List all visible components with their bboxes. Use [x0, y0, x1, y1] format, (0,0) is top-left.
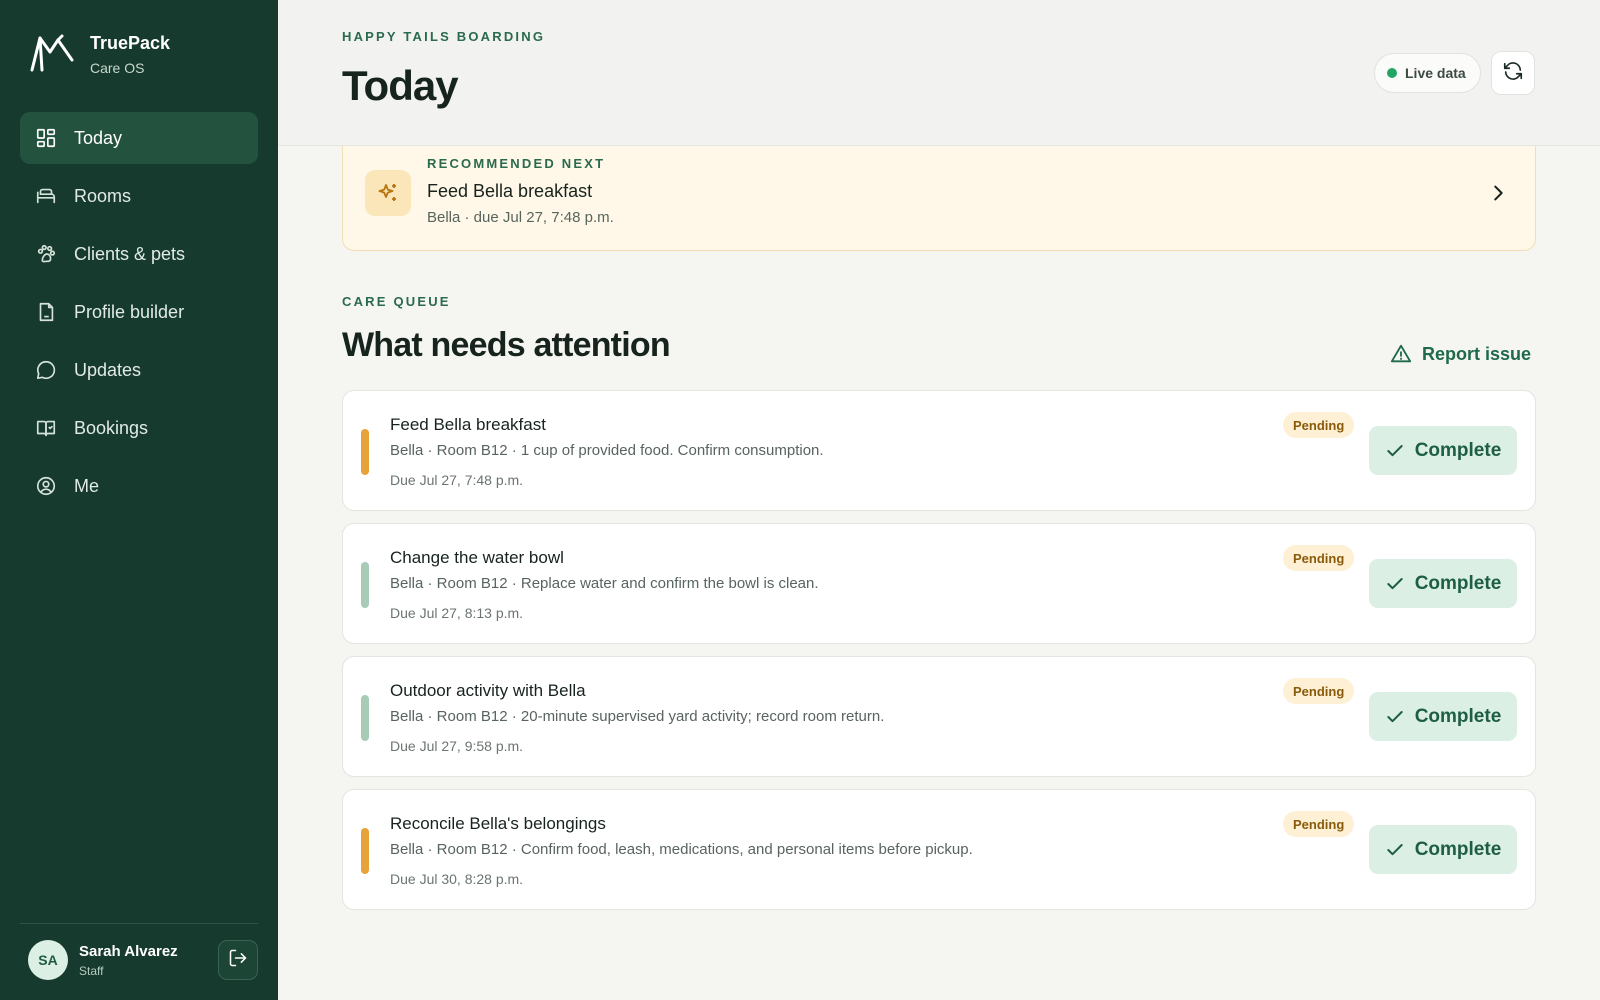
task-description: Bella · Room B12 · Confirm food, leash, … — [390, 841, 973, 858]
complete-button[interactable]: Complete — [1369, 426, 1517, 475]
page-title: Today — [342, 62, 459, 109]
sparkles-icon — [365, 170, 411, 216]
complete-label: Complete — [1414, 572, 1502, 594]
task-title: Reconcile Bella's belongings — [390, 814, 606, 833]
task-due: Due Jul 30, 8:28 p.m. — [390, 871, 524, 887]
sidebar-item-profile-builder[interactable]: Profile builder — [20, 286, 258, 338]
task-due: Due Jul 27, 9:58 p.m. — [390, 738, 524, 754]
check-icon — [1387, 710, 1403, 722]
task-priority-bar — [361, 695, 369, 741]
check-icon — [1387, 843, 1403, 855]
task-card: Feed Bella breakfast Bella · Room B12 · … — [342, 390, 1536, 511]
complete-label: Complete — [1414, 439, 1502, 461]
sidebar-item-label: Rooms — [74, 185, 132, 206]
status-badge: Pending — [1283, 545, 1355, 571]
complete-button[interactable]: Complete — [1369, 559, 1517, 608]
sidebar-item-me[interactable]: Me — [20, 460, 258, 512]
task-card: Outdoor activity with Bella Bella · Room… — [342, 656, 1536, 777]
report-issue-button[interactable]: Report issue — [1390, 338, 1531, 370]
chat-icon — [34, 358, 58, 382]
warning-icon — [1390, 344, 1412, 363]
sidebar-nav: Today Rooms Clients & pets Profile build… — [20, 112, 258, 518]
recommended-next-card[interactable]: RECOMMENDED NEXT Feed Bella breakfast Be… — [342, 146, 1536, 251]
complete-label: Complete — [1414, 838, 1502, 860]
chevron-right-icon — [1487, 182, 1509, 209]
check-icon — [1387, 577, 1403, 589]
document-icon — [34, 300, 58, 324]
complete-label: Complete — [1414, 705, 1502, 727]
refresh-icon — [1502, 60, 1524, 87]
brand-name: TruePack — [90, 32, 171, 53]
sidebar-item-clients-pets[interactable]: Clients & pets — [20, 228, 258, 280]
task-priority-bar — [361, 429, 369, 475]
page-header: HAPPY TAILS BOARDING Today Live data — [278, 0, 1600, 146]
task-due: Due Jul 27, 8:13 p.m. — [390, 605, 524, 621]
status-badge: Pending — [1283, 811, 1355, 837]
task-card: Change the water bowl Bella · Room B12 ·… — [342, 523, 1536, 644]
sidebar-item-label: Clients & pets — [74, 243, 186, 264]
sidebar-item-label: Bookings — [74, 417, 149, 438]
sidebar-item-label: Updates — [74, 359, 142, 380]
task-priority-bar — [361, 562, 369, 608]
sidebar: TruePack Care OS Today Rooms Clients & p… — [0, 0, 278, 1000]
status-badge: Pending — [1283, 678, 1355, 704]
logout-button[interactable] — [218, 940, 258, 980]
task-title: Outdoor activity with Bella — [390, 681, 586, 700]
check-icon — [1387, 444, 1403, 456]
business-name: HAPPY TAILS BOARDING — [342, 29, 546, 44]
task-list: Feed Bella breakfast Bella · Room B12 · … — [342, 390, 1536, 922]
sidebar-item-label: Today — [74, 127, 123, 148]
logout-icon — [228, 948, 248, 973]
status-badge: Pending — [1283, 412, 1355, 438]
care-queue-eyebrow: CARE QUEUE — [342, 294, 451, 309]
recommended-eyebrow: RECOMMENDED NEXT — [427, 156, 606, 171]
section-title: What needs attention — [342, 326, 671, 364]
sidebar-item-bookings[interactable]: Bookings — [20, 402, 258, 454]
task-title: Change the water bowl — [390, 548, 564, 567]
task-description: Bella · Room B12 · 20-minute supervised … — [390, 708, 885, 725]
task-description: Bella · Room B12 · 1 cup of provided foo… — [390, 442, 824, 459]
complete-button[interactable]: Complete — [1369, 692, 1517, 741]
task-due: Due Jul 27, 7:48 p.m. — [390, 472, 524, 488]
refresh-button[interactable] — [1491, 51, 1535, 95]
user-name: Sarah Alvarez — [79, 942, 178, 960]
brand[interactable]: TruePack Care OS — [28, 30, 170, 78]
report-issue-label: Report issue — [1422, 343, 1532, 364]
user-panel: SA Sarah Alvarez Staff — [20, 923, 258, 980]
sidebar-item-rooms[interactable]: Rooms — [20, 170, 258, 222]
sidebar-item-today[interactable]: Today — [20, 112, 258, 164]
task-priority-bar — [361, 828, 369, 874]
paw-icon — [34, 242, 58, 266]
truepack-logo-icon — [28, 30, 76, 78]
sidebar-item-updates[interactable]: Updates — [20, 344, 258, 396]
complete-button[interactable]: Complete — [1369, 825, 1517, 874]
recommended-meta: Bella · due Jul 27, 7:48 p.m. — [427, 209, 614, 226]
dashboard-icon — [34, 126, 58, 150]
task-card: Reconcile Bella's belongings Bella · Roo… — [342, 789, 1536, 910]
avatar[interactable]: SA — [28, 940, 68, 980]
task-title: Feed Bella breakfast — [390, 415, 546, 434]
bed-icon — [34, 184, 58, 208]
brand-subtitle: Care OS — [90, 59, 145, 76]
live-data-badge: Live data — [1374, 53, 1481, 93]
live-data-label: Live data — [1405, 65, 1466, 81]
sidebar-item-label: Profile builder — [74, 301, 185, 322]
sidebar-item-label: Me — [74, 475, 100, 496]
book-check-icon — [34, 416, 58, 440]
user-role: Staff — [79, 963, 104, 978]
task-description: Bella · Room B12 · Replace water and con… — [390, 575, 819, 592]
recommended-title: Feed Bella breakfast — [427, 181, 593, 201]
user-circle-icon — [34, 474, 58, 498]
live-status-dot — [1387, 68, 1397, 78]
